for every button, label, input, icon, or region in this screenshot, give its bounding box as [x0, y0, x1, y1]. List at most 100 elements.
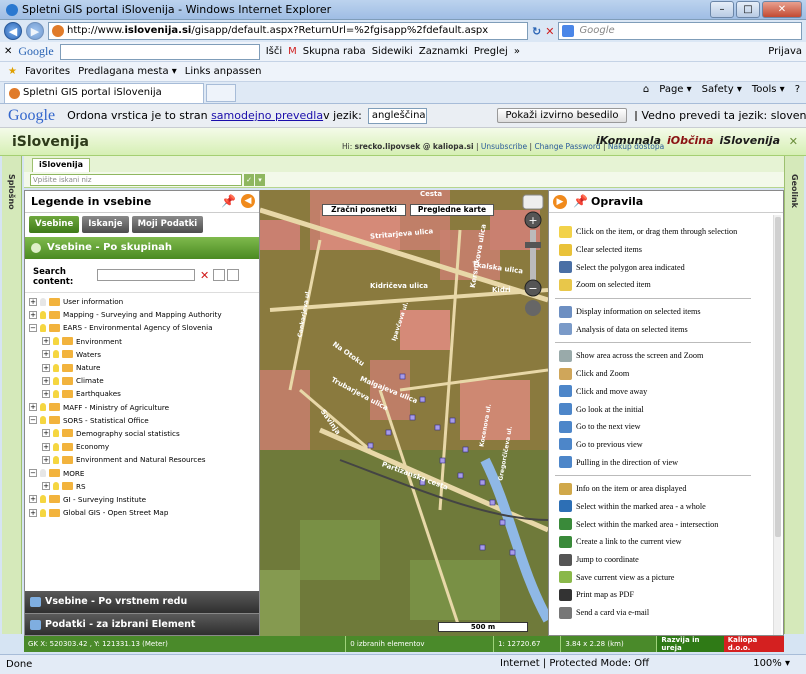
fav-item-links[interactable]: Links anpassen — [185, 66, 262, 77]
tool-item[interactable]: Click and Zoom — [559, 365, 763, 383]
collapse-left-icon[interactable]: ◀ — [241, 194, 255, 208]
cmd-tools[interactable]: Tools ▾ — [752, 84, 785, 95]
google-toolbar-item-search[interactable]: Išči — [266, 46, 282, 57]
tool-item[interactable]: Info on the item or area displayed — [559, 480, 763, 498]
tab-vsebine[interactable]: Vsebine — [29, 216, 80, 233]
google-toolbar-search-input[interactable] — [59, 43, 260, 60]
collapse-right-icon[interactable]: ▶ — [553, 195, 567, 209]
search-dropdown-icon[interactable]: ▾ — [255, 174, 265, 186]
visibility-bulb-icon[interactable] — [53, 442, 59, 451]
tool-item[interactable]: Select within the marked area - intersec… — [559, 515, 763, 533]
tools-pin-icon[interactable]: 📌 — [573, 194, 588, 208]
visibility-bulb-icon[interactable] — [40, 495, 46, 504]
maximize-button[interactable]: □ — [736, 1, 760, 18]
new-tab-button[interactable] — [206, 83, 236, 102]
map-view[interactable]: Stritarjeva ulica Kidričeva ulica Tkalsk… — [260, 190, 548, 636]
search-go-icon[interactable]: ✓ — [244, 174, 254, 186]
expand-toggle-icon[interactable]: + — [42, 455, 50, 464]
visibility-bulb-icon[interactable] — [40, 323, 46, 332]
tool-item[interactable]: Go look at the initial — [559, 400, 763, 418]
tree-node[interactable]: + Environment — [29, 335, 259, 348]
tool-item[interactable]: Select the polygon area indicated — [559, 258, 763, 276]
expand-toggle-icon[interactable]: + — [42, 429, 50, 438]
browser-tab-active[interactable]: Spletni GIS portal iSlovenija — [4, 82, 204, 103]
visibility-bulb-icon[interactable] — [53, 376, 59, 385]
header-close-icon[interactable]: ✕ — [789, 135, 798, 148]
tool-item[interactable]: Jump to coordinate — [559, 551, 763, 569]
cmd-page[interactable]: Page ▾ — [659, 84, 691, 95]
expand-toggle-icon[interactable]: + — [29, 508, 37, 517]
favorites-button[interactable]: Favorites — [25, 66, 70, 77]
change-password-link[interactable]: Change Password — [534, 142, 600, 151]
expand-toggle-icon[interactable]: + — [42, 337, 50, 346]
expand-toggle-icon[interactable]: + — [42, 389, 50, 398]
tree-node[interactable]: + MAFF - Ministry of Agriculture — [29, 401, 259, 414]
expand-toggle-icon[interactable]: + — [29, 495, 37, 504]
tools-scroll-thumb[interactable] — [775, 217, 781, 537]
app-search-input[interactable]: Vpišite iskani niz — [30, 174, 242, 186]
translate-link[interactable]: samodejno prevedla — [211, 109, 323, 122]
tree-node[interactable]: + GI - Surveying Institute — [29, 493, 259, 506]
expand-toggle-icon[interactable]: − — [29, 416, 37, 425]
tool-item[interactable]: Analysis of data on selected items — [559, 320, 763, 338]
expand-toggle-icon[interactable]: + — [42, 350, 50, 359]
tool-item[interactable]: Show area across the screen and Zoom — [559, 347, 763, 365]
tree-node[interactable]: − SORS - Statistical Office — [29, 414, 259, 427]
tool-item[interactable]: Click and move away — [559, 383, 763, 401]
tool-item[interactable]: Pulling in the direction of view — [559, 453, 763, 471]
toolbar-close-icon[interactable]: ✕ — [4, 46, 12, 57]
visibility-bulb-icon[interactable] — [40, 297, 46, 306]
tool-item[interactable]: Display information on selected items — [559, 303, 763, 321]
expand-toggle-icon[interactable]: + — [29, 297, 37, 306]
stop-icon[interactable]: ✕ — [545, 25, 554, 38]
visibility-bulb-icon[interactable] — [53, 363, 59, 372]
expand-toggle-icon[interactable]: − — [29, 323, 37, 332]
tree-node[interactable]: − MORE — [29, 466, 259, 479]
tool-item[interactable]: Clear selected items — [559, 241, 763, 259]
zoom-level[interactable]: 100% ▾ — [753, 658, 790, 669]
tree-node[interactable]: − EARS - Environmental Agency of Slovenia — [29, 321, 259, 334]
visibility-bulb-icon[interactable] — [53, 389, 59, 398]
tree-node[interactable]: + Waters — [29, 348, 259, 361]
expand-toggle-icon[interactable]: + — [42, 482, 50, 491]
tree-node[interactable]: + Economy — [29, 440, 259, 453]
visibility-bulb-icon[interactable] — [53, 429, 59, 438]
map-canvas[interactable] — [260, 190, 548, 636]
visibility-bulb-icon[interactable] — [53, 455, 59, 464]
left-collapse-sidebar[interactable]: Splošno — [2, 156, 22, 634]
visibility-bulb-icon[interactable] — [40, 469, 46, 478]
google-toolbar-item-signin[interactable]: Prijava — [768, 46, 802, 57]
close-window-button[interactable]: ✕ — [762, 1, 802, 18]
visibility-bulb-icon[interactable] — [40, 403, 46, 412]
expand-toggle-icon[interactable]: + — [42, 363, 50, 372]
tab-islovenija[interactable]: iSlovenija — [32, 158, 90, 172]
order-bar[interactable]: Vsebine - Po vrstnem redu — [25, 591, 259, 613]
tree-node[interactable]: + Climate — [29, 374, 259, 387]
search-content-input[interactable] — [97, 269, 195, 281]
element-data-bar[interactable]: Podatki - za izbrani Element — [25, 613, 259, 635]
visibility-bulb-icon[interactable] — [53, 337, 59, 346]
pin-icon[interactable]: 📌 — [221, 194, 236, 208]
expand-toggle-icon[interactable]: + — [29, 310, 37, 319]
right-collapse-sidebar[interactable]: Geolink — [784, 156, 804, 634]
aerial-photos-button[interactable]: Zračni posnetki — [322, 204, 406, 216]
tree-node[interactable]: + Demography social statistics — [29, 427, 259, 440]
company-link[interactable]: Kaliopa d.o.o. — [723, 636, 784, 652]
visibility-bulb-icon[interactable] — [40, 416, 46, 425]
tool-item[interactable]: Select within the marked area - a whole — [559, 498, 763, 516]
expand-toggle-icon[interactable]: + — [42, 376, 50, 385]
zoom-control[interactable]: + − — [522, 194, 544, 322]
google-toolbar-item-share[interactable]: Skupna raba — [303, 46, 366, 57]
tool-item[interactable]: Create a link to the current view — [559, 533, 763, 551]
tree-node[interactable]: + Global GIS - Open Street Map — [29, 506, 259, 519]
tool-item[interactable]: Go to previous view — [559, 436, 763, 454]
tools-scrollbar[interactable] — [773, 215, 781, 635]
expand-toggle-icon[interactable]: + — [29, 403, 37, 412]
refresh-icon[interactable]: ↻ — [532, 25, 541, 38]
tool-item[interactable]: Print map as PDF — [559, 586, 763, 604]
google-toolbar-item-bookmarks[interactable]: Zaznamki — [419, 46, 468, 57]
clear-search-icon[interactable]: ✕ — [200, 269, 209, 282]
visibility-bulb-icon[interactable] — [53, 350, 59, 359]
tool-item[interactable]: Go to the next view — [559, 418, 763, 436]
unsubscribe-link[interactable]: Unsubscribe — [481, 142, 527, 151]
